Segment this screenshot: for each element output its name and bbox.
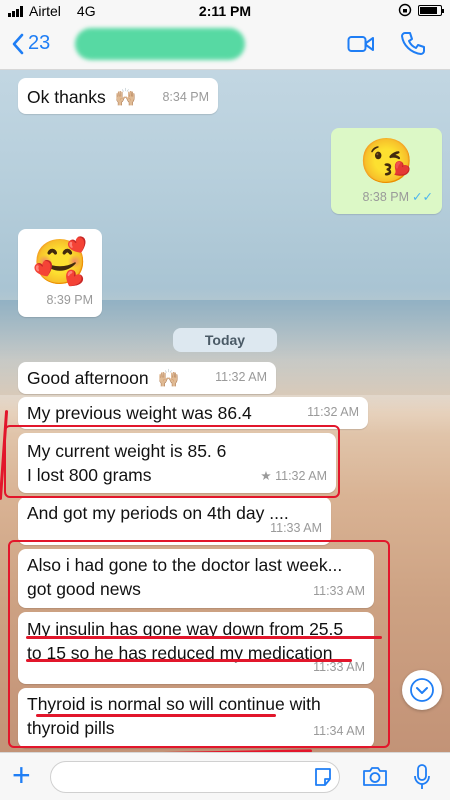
message-bubble[interactable]: Ok thanks 🙌🏼 8:34 PM [18, 78, 218, 114]
message-time: ★ 11:32 AM [260, 469, 327, 483]
message-time: 11:33 AM [313, 660, 365, 674]
message-time: 11:32 AM [215, 370, 267, 384]
message-bubble[interactable]: My previous weight was 86.4 11:32 AM [18, 397, 368, 429]
message-bubble[interactable]: My current weight is 85. 6 I lost 800 gr… [18, 433, 336, 493]
scroll-to-bottom-button[interactable] [402, 670, 442, 710]
smiling-face-hearts-emoji: 🥰 [32, 238, 88, 287]
raised-hands-emoji: 🙌🏼 [114, 87, 137, 107]
message-time: 11:32 AM [307, 405, 359, 419]
message-bubble[interactable]: Also i had gone to the doctor last week.… [18, 549, 374, 608]
message-bubble[interactable]: Good afternoon 🙌🏼 11:32 AM [18, 362, 276, 394]
message-input[interactable] [50, 761, 340, 793]
message-bubble[interactable]: My insulin has gone way down from 25.5 t… [18, 612, 374, 684]
message-bubble[interactable]: 😘 8:38 PM ✓✓ [331, 128, 442, 214]
video-call-icon[interactable] [347, 34, 375, 54]
phone-call-icon[interactable] [400, 30, 426, 56]
chevron-left-icon [12, 33, 24, 54]
message-text: Ok thanks [27, 87, 106, 107]
message-time: 8:38 PM ✓✓ [362, 190, 433, 204]
raised-hands-emoji: 🙌🏼 [157, 368, 180, 388]
microphone-icon[interactable] [412, 763, 432, 791]
message-text: My previous weight was 86.4 [27, 403, 252, 423]
status-bar: Airtel 4G 2:11 PM [0, 0, 450, 22]
message-bubble[interactable]: And got my periods on 4th day .... 11:33… [18, 497, 331, 545]
read-ticks-icon: ✓✓ [412, 190, 433, 204]
battery-icon [418, 4, 444, 16]
message-bubble[interactable]: 🥰 8:39 PM [18, 229, 102, 317]
sticker-icon[interactable] [313, 767, 333, 787]
message-text: Good afternoon [27, 368, 149, 388]
message-time: 8:39 PM [46, 293, 93, 307]
message-time: 11:33 AM [313, 584, 365, 598]
kissing-face-emoji: 😘 [359, 137, 414, 186]
status-time: 2:11 PM [198, 3, 252, 19]
date-divider: Today [173, 328, 277, 352]
message-text-line: My current weight is 85. 6 [27, 441, 227, 461]
message-text-line: Also i had gone to the doctor last week.… [27, 555, 343, 575]
message-text-line: My insulin has gone way down from 25.5 [27, 619, 344, 639]
input-bar: + [0, 752, 450, 800]
message-text: And got my periods on 4th day .... [27, 503, 289, 523]
back-button[interactable]: 23 [12, 32, 50, 55]
chat-header: 23 [0, 22, 450, 70]
contact-name-redacted[interactable] [75, 28, 245, 60]
chevron-down-icon [410, 678, 434, 702]
message-time: 11:33 AM [270, 521, 322, 535]
message-bubble[interactable]: Thyroid is normal so will continue with … [18, 688, 374, 748]
camera-icon[interactable] [362, 765, 388, 787]
unread-count: 23 [28, 32, 51, 54]
message-text-line: Thyroid is normal so will continue with [27, 694, 321, 714]
message-time: 11:34 AM [313, 724, 365, 738]
rotation-lock-icon [398, 3, 412, 17]
message-time: 8:34 PM [162, 90, 209, 104]
plus-icon[interactable]: + [12, 759, 31, 791]
